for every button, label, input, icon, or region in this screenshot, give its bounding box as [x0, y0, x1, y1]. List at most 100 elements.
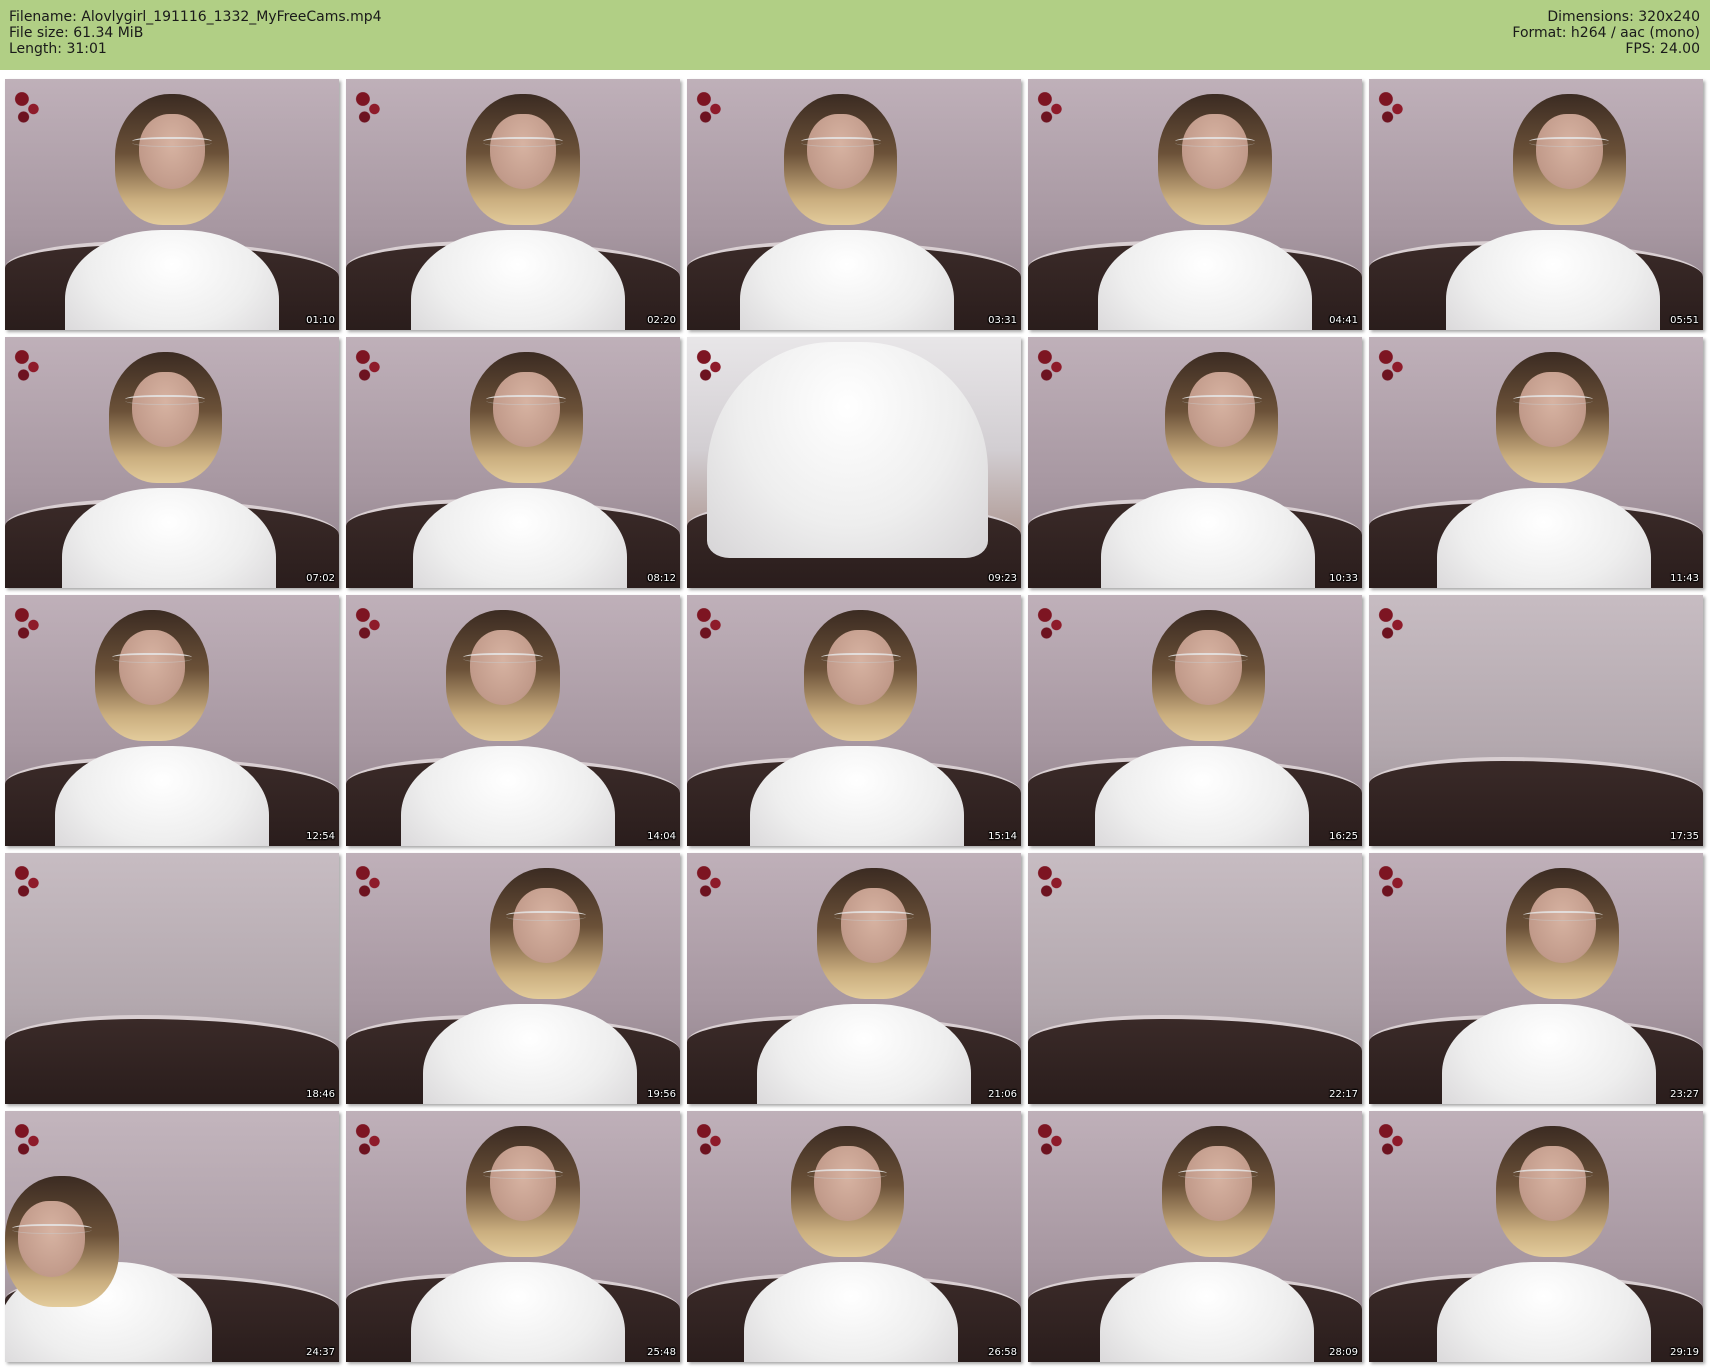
wall-decal-icon — [11, 860, 46, 901]
video-thumbnail: 05:51 — [1369, 79, 1703, 330]
face-shape — [1184, 1146, 1252, 1222]
thumbnail-timestamp: 05:51 — [1670, 315, 1699, 326]
face-shape — [1188, 372, 1256, 448]
glasses-icon — [800, 136, 881, 148]
glasses-icon — [1529, 136, 1610, 148]
wall-decal-icon — [1034, 860, 1069, 901]
wall-decal-icon — [352, 344, 387, 385]
video-thumbnail: 22:17 — [1028, 853, 1362, 1104]
video-thumbnail: 16:25 — [1028, 595, 1362, 846]
thumbnail-timestamp: 26:58 — [988, 1347, 1017, 1358]
face-shape — [1519, 372, 1587, 448]
glasses-icon — [820, 652, 901, 664]
wall-decal-icon — [1375, 602, 1410, 643]
glasses-icon — [482, 136, 564, 148]
thumbnail-timestamp: 24:37 — [306, 1347, 335, 1358]
glasses-icon — [1174, 136, 1256, 148]
glasses-icon — [1522, 910, 1603, 922]
sofa-shape — [5, 1014, 339, 1104]
face-shape — [1529, 888, 1597, 964]
glasses-icon — [833, 910, 915, 922]
video-info-header: Filename: Alovlygirl_191116_1332_MyFreeC… — [0, 0, 1710, 70]
sofa-shape — [1369, 756, 1703, 846]
thumbnail-timestamp: 10:33 — [1329, 573, 1358, 584]
wall-decal-icon — [693, 86, 728, 127]
video-thumbnail: 02:20 — [346, 79, 680, 330]
glasses-icon — [11, 1223, 92, 1235]
wall-decal-icon — [11, 1118, 46, 1159]
face-shape — [118, 630, 186, 706]
video-thumbnail: 21:06 — [687, 853, 1021, 1104]
wall-decal-icon — [693, 1118, 728, 1159]
glasses-icon — [1181, 394, 1262, 406]
video-thumbnail: 26:58 — [687, 1111, 1021, 1362]
robe-shape — [707, 342, 988, 558]
thumbnail-timestamp: 18:46 — [306, 1089, 335, 1100]
video-thumbnail: 12:54 — [5, 595, 339, 846]
file-size-text: File size: 61.34 MiB — [9, 25, 144, 41]
format-text: Format: h264 / aac (mono) — [1512, 25, 1700, 41]
face-shape — [813, 1146, 881, 1222]
face-shape — [18, 1201, 86, 1277]
file-info-right: Dimensions: 320x240 Format: h264 / aac (… — [1512, 9, 1700, 57]
face-shape — [1536, 114, 1603, 190]
video-thumbnail: 18:46 — [5, 853, 339, 1104]
thumbnail-timestamp: 02:20 — [647, 315, 676, 326]
thumbnail-timestamp: 21:06 — [988, 1089, 1017, 1100]
video-thumbnail: 24:37 — [5, 1111, 339, 1362]
thumbnail-timestamp: 08:12 — [647, 573, 676, 584]
face-shape — [1174, 630, 1242, 706]
face-shape — [513, 888, 580, 964]
glasses-icon — [1512, 394, 1593, 406]
glasses-icon — [1168, 652, 1249, 664]
wall-decal-icon — [11, 602, 46, 643]
thumbnail-timestamp: 17:35 — [1670, 831, 1699, 842]
wall-decal-icon — [1375, 1118, 1410, 1159]
wall-decal-icon — [352, 1118, 387, 1159]
wall-decal-icon — [1034, 344, 1069, 385]
thumbnail-timestamp: 19:56 — [647, 1089, 676, 1100]
filename-text: Filename: Alovlygirl_191116_1332_MyFreeC… — [9, 9, 382, 25]
wall-decal-icon — [1375, 860, 1410, 901]
thumbnail-timestamp: 15:14 — [988, 831, 1017, 842]
video-thumbnail: 28:09 — [1028, 1111, 1362, 1362]
wall-decal-icon — [1375, 344, 1410, 385]
thumbnail-timestamp: 29:19 — [1670, 1347, 1699, 1358]
video-thumbnail: 01:10 — [5, 79, 339, 330]
wall-decal-icon — [693, 860, 728, 901]
file-info-left: Filename: Alovlygirl_191116_1332_MyFreeC… — [9, 9, 382, 57]
glasses-icon — [482, 1168, 564, 1180]
glasses-icon — [807, 1168, 888, 1180]
glasses-icon — [1512, 1168, 1593, 1180]
face-shape — [131, 372, 199, 448]
thumbnail-timestamp: 11:43 — [1670, 573, 1699, 584]
glasses-icon — [462, 652, 544, 664]
video-thumbnail: 23:27 — [1369, 853, 1703, 1104]
face-shape — [827, 630, 895, 706]
sofa-shape — [1028, 1014, 1362, 1104]
thumbnail-timestamp: 28:09 — [1329, 1347, 1358, 1358]
video-thumbnail: 17:35 — [1369, 595, 1703, 846]
wall-decal-icon — [11, 344, 46, 385]
wall-decal-icon — [352, 86, 387, 127]
thumbnail-timestamp: 16:25 — [1329, 831, 1358, 842]
thumbnail-timestamp: 09:23 — [988, 573, 1017, 584]
video-thumbnail: 10:33 — [1028, 337, 1362, 588]
fps-text: FPS: 24.00 — [1625, 41, 1700, 57]
glasses-icon — [506, 910, 587, 922]
video-thumbnail: 29:19 — [1369, 1111, 1703, 1362]
wall-decal-icon — [1034, 602, 1069, 643]
face-shape — [807, 114, 875, 190]
face-shape — [1519, 1146, 1587, 1222]
wall-decal-icon — [352, 602, 387, 643]
video-thumbnail: 08:12 — [346, 337, 680, 588]
glasses-icon — [1178, 1168, 1259, 1180]
video-thumbnail: 15:14 — [687, 595, 1021, 846]
glasses-icon — [486, 394, 567, 406]
video-thumbnail: 07:02 — [5, 337, 339, 588]
wall-decal-icon — [1034, 1118, 1069, 1159]
video-thumbnail: 11:43 — [1369, 337, 1703, 588]
thumbnail-timestamp: 07:02 — [306, 573, 335, 584]
wall-decal-icon — [1375, 86, 1410, 127]
thumbnail-timestamp: 04:41 — [1329, 315, 1358, 326]
